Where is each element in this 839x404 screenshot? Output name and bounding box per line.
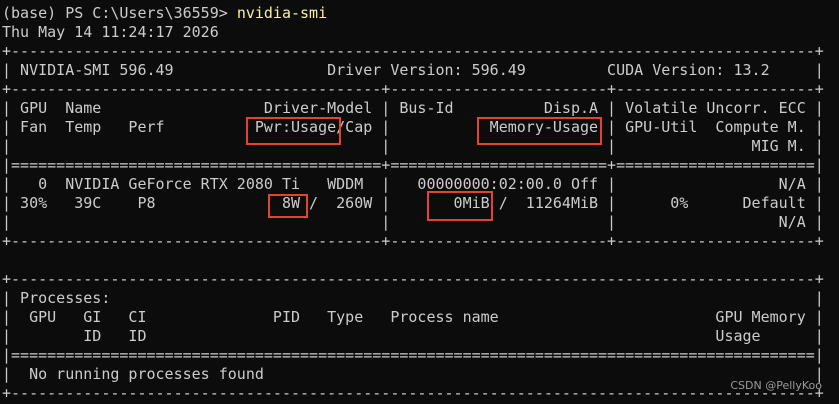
- timestamp-line: Thu May 14 11:24:17 2026: [2, 23, 219, 41]
- smi-border-top: +---------------------------------------…: [2, 42, 824, 60]
- smi-header-row-2: | Fan Temp Perf Pwr:Usage/Cap | Memory-U…: [2, 118, 824, 136]
- smi-processes-header-2: | ID ID Usage |: [2, 327, 824, 345]
- smi-no-processes-row: | No running processes found |: [2, 365, 824, 383]
- smi-version-row: | NVIDIA-SMI 596.49 Driver Version: 596.…: [2, 61, 824, 79]
- smi-processes-bottom: +---------------------------------------…: [2, 384, 824, 402]
- smi-gpu-row-2: | 30% 39C P8 8W / 260W | 0MiB / 11264MiB…: [2, 194, 824, 212]
- smi-gpu-bottom: +---------------------------------------…: [2, 232, 824, 250]
- smi-separator: +---------------------------------------…: [2, 80, 824, 98]
- watermark: CSDN @PellyKoo: [730, 379, 822, 392]
- prompt-line: (base) PS C:\Users\36559> nvidia-smi: [2, 4, 327, 23]
- smi-processes-divider: |=======================================…: [2, 346, 824, 364]
- smi-gpu-row-3: | | | N/A |: [2, 213, 824, 231]
- prompt-text: (base) PS C:\Users\36559>: [2, 4, 237, 22]
- smi-header-row-1: | GPU Name Driver-Model | Bus-Id Disp.A …: [2, 99, 824, 117]
- smi-processes-top: +---------------------------------------…: [2, 270, 824, 288]
- smi-processes-title: | Processes: |: [2, 289, 824, 307]
- terminal-window[interactable]: (base) PS C:\Users\36559> nvidia-smi Thu…: [0, 0, 839, 404]
- smi-processes-header-1: | GPU GI CI PID Type Process name GPU Me…: [2, 308, 824, 326]
- command-text: nvidia-smi: [236, 4, 328, 22]
- smi-header-divider: |=======================================…: [2, 156, 824, 174]
- smi-gpu-row-1: | 0 NVIDIA GeForce RTX 2080 Ti WDDM | 00…: [2, 175, 824, 193]
- smi-header-row-3: | | | MIG M. |: [2, 137, 824, 155]
